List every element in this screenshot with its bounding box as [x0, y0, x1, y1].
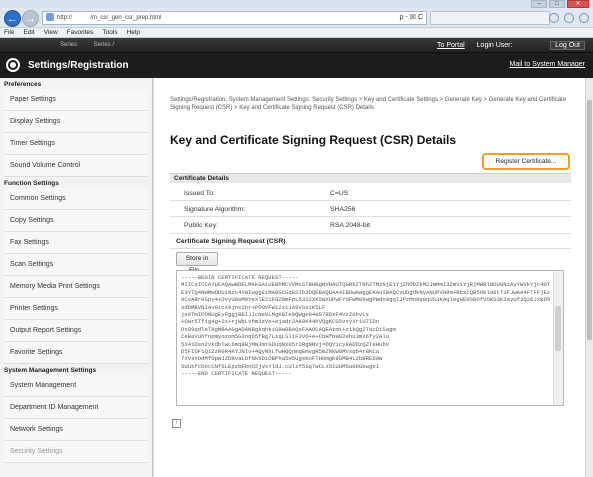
sidebar-item-network-settings[interactable]: Network Settings	[4, 419, 148, 441]
breadcrumb: Settings/Registration: System Management…	[170, 97, 567, 111]
issued-to-label: Issued To:	[184, 190, 215, 197]
page-title: Key and Certificate Signing Request (CSR…	[170, 133, 457, 147]
back-button[interactable]: ←	[4, 10, 21, 27]
menu-favorites[interactable]: Favorites	[67, 28, 94, 37]
minimize-button[interactable]: –	[531, 0, 547, 8]
menu-edit[interactable]: Edit	[23, 28, 34, 37]
sidebar-item-system-management[interactable]: System Management	[4, 375, 148, 397]
settings-gear-icon	[6, 58, 20, 72]
logout-button[interactable]: Log Out	[550, 41, 585, 50]
browser-address-row: ← → http:// /m_csr_gen_csr_prep.html ρ -…	[0, 8, 593, 28]
sidebar-heading-system-management-settings: System Management Settings	[4, 367, 97, 374]
sidebar-item-scan-settings[interactable]: Scan Settings	[4, 254, 148, 276]
public-key-label: Public Key:	[184, 222, 219, 229]
browser-toolbar-icons	[549, 13, 589, 23]
register-certificate-button[interactable]: Register Certificate...	[482, 153, 570, 170]
sidebar: Preferences Paper Settings Display Setti…	[0, 78, 153, 477]
page-icon	[46, 13, 54, 22]
forward-button[interactable]: →	[22, 10, 39, 27]
sidebar-heading-preferences: Preferences	[4, 81, 42, 88]
sidebar-item-security-settings[interactable]: Security Settings	[4, 441, 148, 463]
csr-textarea[interactable]: -----BEGIN CERTIFICATE REQUEST----- MIIC…	[176, 270, 564, 406]
csr-scrollbar[interactable]	[553, 271, 563, 405]
sidebar-item-paper-settings[interactable]: Paper Settings	[4, 89, 148, 111]
public-key-value: RSA 2048-bit	[330, 222, 371, 229]
sidebar-item-timer-settings[interactable]: Timer Settings	[4, 133, 148, 155]
browser-tab[interactable]	[430, 11, 550, 25]
mail-to-system-manager-link[interactable]: Mail to System Manager	[510, 61, 585, 68]
sidebar-item-department-id-management[interactable]: Department ID Management	[4, 397, 148, 419]
tools-gear-icon[interactable]	[579, 13, 589, 23]
app-title: Settings/Registration	[28, 60, 129, 71]
main-content: Settings/Registration: System Management…	[154, 78, 593, 477]
window-controls: – □ ✕	[531, 0, 589, 8]
menu-view[interactable]: View	[44, 28, 58, 37]
signature-algorithm-label: Signature Algorithm:	[184, 206, 246, 213]
home-icon[interactable]	[549, 13, 559, 23]
certificate-details-heading: Certificate Details	[170, 173, 571, 183]
csr-heading: Certificate Signing Request (CSR)	[176, 238, 286, 245]
menu-tools[interactable]: Tools	[102, 28, 117, 37]
menu-file[interactable]: File	[4, 28, 14, 37]
sidebar-heading-function-settings: Function Settings	[4, 180, 59, 187]
sidebar-item-sound-volume-control[interactable]: Sound Volume Control	[4, 155, 148, 177]
device-label: Series Series /	[60, 42, 115, 48]
sidebar-item-fax-settings[interactable]: Fax Settings	[4, 232, 148, 254]
sidebar-item-common-settings[interactable]: Common Settings	[4, 188, 148, 210]
login-user-value	[524, 42, 538, 49]
browser-titlebar: – □ ✕	[0, 0, 593, 8]
header-links: To Portal Login User: Log Out	[437, 41, 585, 50]
row-divider	[170, 233, 571, 234]
csr-scroll-thumb[interactable]	[555, 306, 561, 351]
maximize-button[interactable]: □	[549, 0, 565, 8]
back-to-top-icon[interactable]: ↑	[172, 419, 181, 428]
sidebar-item-favorite-settings[interactable]: Favorite Settings	[4, 342, 148, 364]
signature-algorithm-value: SHA256	[330, 206, 356, 213]
address-url: http:// /m_csr_gen_csr_prep.html	[57, 15, 162, 21]
sidebar-item-printer-settings[interactable]: Printer Settings	[4, 298, 148, 320]
row-divider	[170, 200, 571, 201]
to-portal-link[interactable]: To Portal	[437, 42, 465, 49]
app-header: Series Series / To Portal Login User: Lo…	[0, 38, 593, 78]
row-divider	[170, 248, 571, 249]
close-button[interactable]: ✕	[567, 0, 589, 8]
address-tools[interactable]: ρ - ☒ C	[400, 12, 423, 24]
address-bar[interactable]: http:// /m_csr_gen_csr_prep.html ρ - ☒ C	[42, 11, 427, 25]
browser-menubar: File Edit View Favorites Tools Help	[0, 28, 593, 38]
sidebar-item-display-settings[interactable]: Display Settings	[4, 111, 148, 133]
app-header-topbar: Series Series / To Portal Login User: Lo…	[0, 38, 593, 53]
store-in-file-button[interactable]: Store in File...	[176, 252, 218, 274]
row-divider	[170, 216, 571, 217]
issued-to-value: C=US	[330, 190, 349, 197]
page-scroll-thumb[interactable]	[587, 100, 592, 340]
menu-help[interactable]: Help	[127, 28, 140, 37]
login-user-label: Login User:	[476, 42, 513, 49]
sidebar-item-output-report-settings[interactable]: Output Report Settings	[4, 320, 148, 342]
sidebar-item-memory-media-print-settings[interactable]: Memory Media Print Settings	[4, 276, 148, 298]
favorites-star-icon[interactable]	[564, 13, 574, 23]
page-scrollbar[interactable]	[585, 78, 593, 477]
sidebar-item-copy-settings[interactable]: Copy Settings	[4, 210, 148, 232]
csr-text: -----BEGIN CERTIFICATE REQUEST----- MIIC…	[181, 274, 551, 378]
